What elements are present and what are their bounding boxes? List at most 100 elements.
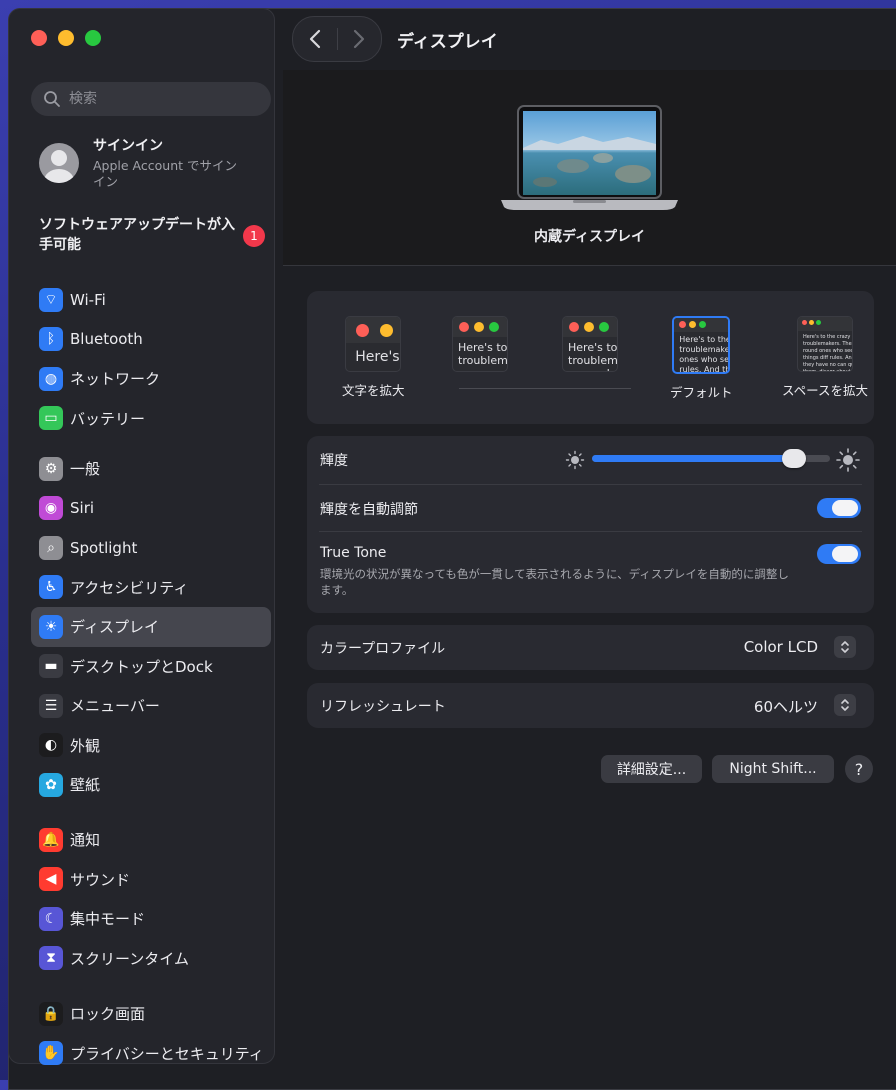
sidebar-item[interactable]: ▭ バッテリー	[31, 399, 271, 439]
search-input[interactable]	[67, 90, 261, 108]
sidebar-item-label: 壁紙	[70, 776, 101, 795]
color-profile-popup[interactable]	[834, 636, 856, 658]
sidebar-item[interactable]: ◐ 外観	[31, 726, 271, 766]
help-button[interactable]: ?	[845, 755, 873, 783]
resolution-preview-text: Here's to t troublema ones who	[568, 341, 618, 371]
sidebar-group: ⌔ Wi-Fi ᛒ Bluetooth ◍ ネットワーク ▭ バッテリー	[31, 280, 271, 438]
resolution-label: スペースを拡大	[782, 383, 869, 398]
accessibility-icon: ♿	[39, 575, 63, 600]
sidebar-item-label: Bluetooth	[70, 330, 143, 349]
forward-button[interactable]	[337, 17, 381, 61]
true-tone-label: True Tone	[320, 545, 387, 561]
resolution-slider-track	[459, 388, 631, 389]
sidebar-item-label: 通知	[70, 831, 101, 850]
auto-brightness-label: 輝度を自動調節	[320, 502, 418, 518]
sidebar-item[interactable]: ◍ ネットワーク	[31, 359, 271, 399]
resolution-thumbnail: Here's to t troublema ones who	[562, 316, 618, 372]
avatar	[39, 143, 79, 183]
display-name: 内蔵ディスプレイ	[533, 229, 646, 245]
magnifier-icon: ⌕	[39, 535, 63, 560]
siri-icon: ◉	[39, 496, 63, 521]
chevron-left-icon	[309, 29, 320, 49]
chevron-updown-icon	[841, 699, 849, 711]
battery-icon: ▭	[39, 406, 63, 431]
brightness-card: 輝度 輝度を自動調節 True Tone 環境光の状況が異なっても色が一貫して表…	[307, 436, 874, 613]
refresh-rate-popup[interactable]	[834, 694, 856, 716]
sidebar-item-label: デスクトップとDock	[70, 657, 213, 676]
chevron-updown-icon	[841, 641, 849, 653]
sidebar-item[interactable]: ☰ メニューバー	[31, 686, 271, 726]
divider	[319, 484, 862, 485]
globe-icon: ◍	[39, 366, 63, 391]
sidebar-item[interactable]: ✋ プライバシーとセキュリティ	[31, 1034, 271, 1074]
sidebar-item-label: ネットワーク	[70, 370, 161, 389]
sidebar: サインイン Apple Account でサインイン ソフトウェアアップデートが…	[8, 8, 275, 1066]
sidebar-item-label: Spotlight	[70, 538, 138, 557]
sidebar-item[interactable]: ☾ 集中モード	[31, 899, 271, 939]
sidebar-item[interactable]: 🔒 ロック画面	[31, 994, 271, 1034]
sidebar-item-label: ロック画面	[70, 1005, 146, 1024]
divider	[319, 531, 862, 532]
bell-icon: 🔔	[39, 827, 63, 852]
night-shift-button[interactable]: Night Shift...	[712, 755, 834, 783]
sidebar-item-label: スクリーンタイム	[70, 949, 189, 968]
true-tone-toggle[interactable]	[817, 544, 861, 564]
brightness-slider[interactable]	[592, 449, 830, 468]
resolution-option[interactable]: Here's to the crazy ones troublemakers. …	[782, 316, 868, 399]
auto-brightness-toggle[interactable]	[817, 498, 861, 518]
brightness-label: 輝度	[320, 453, 348, 469]
resolution-thumbnail: Here's	[345, 316, 402, 372]
appearance-icon: ◐	[39, 733, 63, 758]
sidebar-item[interactable]: ◀ サウンド	[31, 860, 271, 900]
zoom-button[interactable]	[85, 30, 101, 46]
sidebar-item-label: ディスプレイ	[70, 618, 159, 637]
advanced-button[interactable]: 詳細設定...	[601, 755, 702, 783]
color-profile-value[interactable]: Color LCD	[744, 638, 818, 656]
software-update-label: ソフトウェアアップデートが入手可能	[39, 217, 235, 253]
sidebar-item[interactable]: ◉ Siri	[31, 489, 271, 529]
close-button[interactable]	[31, 30, 47, 46]
minimize-button[interactable]	[58, 30, 74, 46]
resolution-option[interactable]: Here's to t troublema ones who	[562, 316, 618, 380]
speaker-icon: ◀	[39, 867, 63, 892]
sidebar-item-label: メニューバー	[70, 697, 160, 716]
sidebar-item[interactable]: ▬ デスクトップとDock	[31, 647, 271, 687]
sidebar-item[interactable]: ⧗ スクリーンタイム	[31, 939, 271, 979]
sidebar-item[interactable]: ᛒ Bluetooth	[31, 320, 271, 360]
account-title: サインイン	[93, 138, 163, 154]
wallpaper-icon: ✿	[39, 772, 63, 797]
resolution-card: Here's 文字を拡大 Here's to troublem Here's to t…	[307, 291, 874, 424]
sidebar-item[interactable]: ✿ 壁紙	[31, 765, 271, 805]
refresh-rate-value[interactable]: 60ヘルツ	[754, 696, 818, 717]
true-tone-description: 環境光の状況が異なっても色が一貫して表示されるように、ディスプレイを自動的に調整…	[320, 567, 789, 597]
account-subtitle: Apple Account でサインイン	[93, 158, 238, 189]
sidebar-item[interactable]: ⌔ Wi-Fi	[31, 280, 271, 320]
refresh-rate-row: リフレッシュレート 60ヘルツ	[307, 683, 874, 728]
hand-icon: ✋	[39, 1041, 63, 1066]
resolution-thumbnail: Here's to troublem	[452, 316, 508, 372]
sidebar-item-label: 一般	[70, 460, 101, 479]
wifi-icon: ⌔	[39, 287, 63, 312]
update-badge: 1	[243, 225, 265, 247]
resolution-thumbnail: Here's to the c troublemakers. ones who …	[672, 316, 731, 374]
resolution-option[interactable]: Here's to troublem	[452, 316, 508, 380]
search-field[interactable]	[31, 82, 271, 116]
menubar-icon: ☰	[39, 693, 63, 718]
resolution-option[interactable]: Here's to the c troublemakers. ones who …	[670, 316, 733, 401]
sidebar-group: 🔔 通知 ◀ サウンド ☾ 集中モード ⧗ スクリーンタイム	[31, 820, 271, 978]
sidebar-item-label: プライバシーとセキュリティ	[70, 1044, 264, 1063]
resolution-option[interactable]: Here's 文字を拡大	[342, 316, 405, 399]
lock-icon: 🔒	[39, 1001, 63, 1026]
back-button[interactable]	[293, 17, 337, 61]
software-update-item[interactable]: ソフトウェアアップデートが入手可能 1	[39, 215, 269, 255]
brightness-slider-knob[interactable]	[782, 449, 806, 468]
sidebar-item-label: サウンド	[70, 870, 131, 889]
sidebar-item[interactable]: ♿ アクセシビリティ	[31, 568, 271, 608]
sidebar-item[interactable]: ☀ ディスプレイ	[31, 607, 271, 647]
sidebar-item[interactable]: ⌕ Spotlight	[31, 528, 271, 568]
account-signin[interactable]: サインイン Apple Account でサインイン	[39, 135, 264, 201]
sidebar-item[interactable]: ⚙ 一般	[31, 449, 271, 489]
sidebar-item-label: アクセシビリティ	[70, 578, 189, 597]
sun-large-icon	[836, 448, 860, 472]
sidebar-item[interactable]: 🔔 通知	[31, 820, 271, 860]
